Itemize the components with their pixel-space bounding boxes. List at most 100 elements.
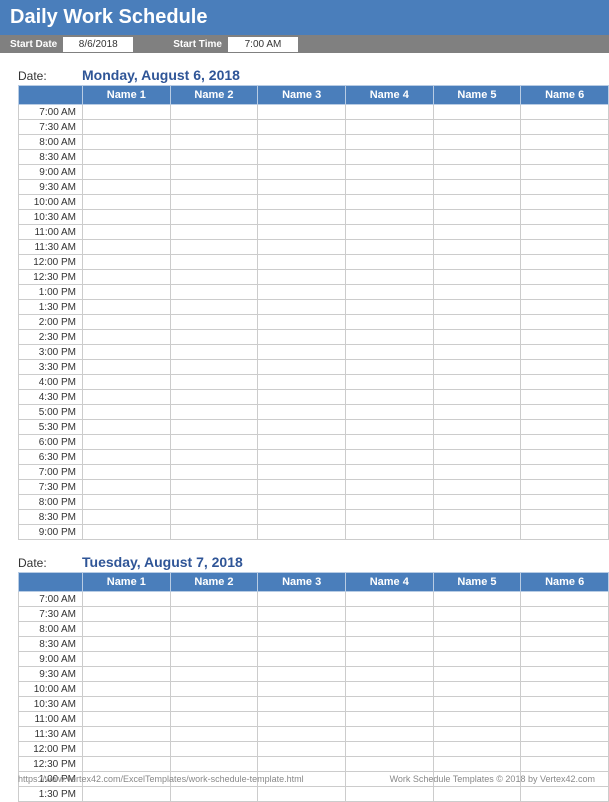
schedule-cell[interactable] (345, 210, 433, 225)
schedule-cell[interactable] (170, 787, 258, 802)
schedule-cell[interactable] (521, 150, 609, 165)
schedule-cell[interactable] (83, 742, 171, 757)
schedule-cell[interactable] (258, 165, 346, 180)
schedule-cell[interactable] (433, 375, 521, 390)
schedule-cell[interactable] (258, 270, 346, 285)
schedule-cell[interactable] (345, 652, 433, 667)
schedule-cell[interactable] (83, 682, 171, 697)
schedule-cell[interactable] (433, 510, 521, 525)
schedule-cell[interactable] (170, 525, 258, 540)
schedule-cell[interactable] (258, 525, 346, 540)
schedule-cell[interactable] (345, 712, 433, 727)
schedule-cell[interactable] (83, 592, 171, 607)
schedule-cell[interactable] (258, 652, 346, 667)
schedule-cell[interactable] (521, 330, 609, 345)
schedule-cell[interactable] (83, 105, 171, 120)
schedule-cell[interactable] (83, 255, 171, 270)
schedule-cell[interactable] (345, 757, 433, 772)
schedule-cell[interactable] (433, 195, 521, 210)
schedule-cell[interactable] (345, 495, 433, 510)
schedule-cell[interactable] (170, 622, 258, 637)
schedule-cell[interactable] (433, 592, 521, 607)
schedule-cell[interactable] (433, 285, 521, 300)
schedule-cell[interactable] (83, 622, 171, 637)
schedule-cell[interactable] (521, 405, 609, 420)
schedule-cell[interactable] (170, 135, 258, 150)
schedule-cell[interactable] (170, 120, 258, 135)
schedule-cell[interactable] (83, 637, 171, 652)
schedule-cell[interactable] (521, 727, 609, 742)
schedule-cell[interactable] (433, 495, 521, 510)
schedule-cell[interactable] (258, 285, 346, 300)
schedule-cell[interactable] (433, 105, 521, 120)
schedule-cell[interactable] (258, 375, 346, 390)
schedule-cell[interactable] (521, 195, 609, 210)
schedule-cell[interactable] (345, 255, 433, 270)
schedule-cell[interactable] (258, 465, 346, 480)
schedule-cell[interactable] (258, 330, 346, 345)
schedule-cell[interactable] (170, 105, 258, 120)
schedule-cell[interactable] (258, 105, 346, 120)
schedule-cell[interactable] (345, 637, 433, 652)
schedule-cell[interactable] (258, 120, 346, 135)
schedule-cell[interactable] (345, 682, 433, 697)
schedule-cell[interactable] (170, 240, 258, 255)
schedule-cell[interactable] (521, 105, 609, 120)
schedule-cell[interactable] (83, 225, 171, 240)
schedule-cell[interactable] (521, 592, 609, 607)
schedule-cell[interactable] (433, 405, 521, 420)
schedule-cell[interactable] (83, 210, 171, 225)
schedule-cell[interactable] (345, 607, 433, 622)
schedule-cell[interactable] (521, 697, 609, 712)
schedule-cell[interactable] (170, 405, 258, 420)
schedule-cell[interactable] (433, 225, 521, 240)
schedule-cell[interactable] (83, 727, 171, 742)
schedule-cell[interactable] (345, 435, 433, 450)
schedule-cell[interactable] (521, 652, 609, 667)
schedule-cell[interactable] (521, 165, 609, 180)
schedule-cell[interactable] (170, 667, 258, 682)
schedule-cell[interactable] (345, 120, 433, 135)
schedule-cell[interactable] (433, 135, 521, 150)
schedule-cell[interactable] (83, 495, 171, 510)
schedule-cell[interactable] (521, 465, 609, 480)
schedule-cell[interactable] (83, 712, 171, 727)
schedule-cell[interactable] (83, 667, 171, 682)
start-date-value[interactable]: 8/6/2018 (63, 37, 133, 52)
schedule-cell[interactable] (83, 270, 171, 285)
schedule-cell[interactable] (170, 165, 258, 180)
schedule-cell[interactable] (521, 757, 609, 772)
schedule-cell[interactable] (521, 667, 609, 682)
schedule-cell[interactable] (170, 465, 258, 480)
schedule-cell[interactable] (433, 712, 521, 727)
schedule-cell[interactable] (345, 375, 433, 390)
schedule-cell[interactable] (433, 240, 521, 255)
schedule-cell[interactable] (345, 420, 433, 435)
schedule-cell[interactable] (258, 622, 346, 637)
schedule-cell[interactable] (433, 300, 521, 315)
schedule-cell[interactable] (521, 712, 609, 727)
schedule-cell[interactable] (170, 210, 258, 225)
schedule-cell[interactable] (258, 712, 346, 727)
schedule-cell[interactable] (258, 480, 346, 495)
schedule-cell[interactable] (170, 742, 258, 757)
schedule-cell[interactable] (83, 300, 171, 315)
schedule-cell[interactable] (258, 195, 346, 210)
schedule-cell[interactable] (83, 240, 171, 255)
schedule-cell[interactable] (83, 510, 171, 525)
schedule-cell[interactable] (521, 742, 609, 757)
schedule-cell[interactable] (345, 240, 433, 255)
schedule-cell[interactable] (433, 637, 521, 652)
schedule-cell[interactable] (345, 180, 433, 195)
schedule-cell[interactable] (258, 607, 346, 622)
schedule-cell[interactable] (433, 697, 521, 712)
schedule-cell[interactable] (83, 375, 171, 390)
schedule-cell[interactable] (258, 682, 346, 697)
schedule-cell[interactable] (521, 525, 609, 540)
schedule-cell[interactable] (433, 652, 521, 667)
schedule-cell[interactable] (433, 480, 521, 495)
schedule-cell[interactable] (521, 315, 609, 330)
schedule-cell[interactable] (83, 405, 171, 420)
schedule-cell[interactable] (345, 315, 433, 330)
schedule-cell[interactable] (170, 682, 258, 697)
